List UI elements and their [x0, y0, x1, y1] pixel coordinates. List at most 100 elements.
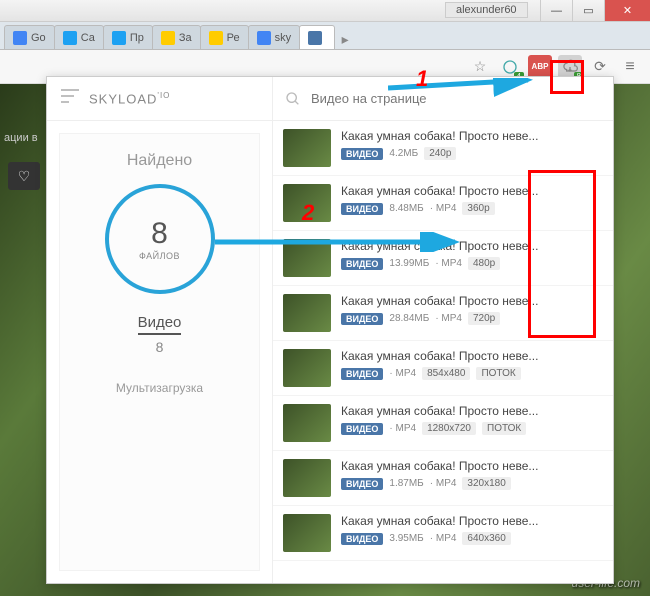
tab-label: sky	[275, 32, 292, 44]
tab-label: Пр	[130, 32, 144, 44]
item-size: 13.99МБ	[389, 258, 429, 269]
popup-summary: Найдено 8 ФАЙЛОВ Видео 8 Мультизагрузка	[59, 133, 260, 571]
item-resolution[interactable]: 640x360	[462, 532, 510, 545]
video-item[interactable]: Какая умная собака! Просто неве...ВИДЕО4…	[273, 121, 613, 176]
extension-icon[interactable]: 4	[498, 55, 522, 79]
files-label: ФАЙЛОВ	[139, 251, 180, 261]
window-titlebar: alexunder60 — ▭ ✕	[0, 0, 650, 22]
item-format: · MP4	[430, 478, 457, 489]
browser-tab[interactable]: Са	[54, 25, 104, 49]
vk-badge: ВИДЕО	[341, 423, 383, 435]
item-format: · MP4	[435, 258, 462, 269]
browser-tab[interactable]: sky	[248, 25, 301, 49]
item-resolution[interactable]: 320x180	[462, 477, 510, 490]
tab-label: Go	[31, 32, 46, 44]
popup-right-panel: Видео на странице Какая умная собака! Пр…	[273, 77, 613, 583]
skyload-brand: SKYLOAD'IO	[89, 91, 170, 106]
popup-left-header: SKYLOAD'IO	[47, 77, 272, 121]
item-title: Какая умная собака! Просто неве...	[341, 129, 603, 143]
minimize-button[interactable]: —	[540, 0, 572, 21]
annotation-arrow-2	[215, 232, 465, 252]
found-label: Найдено	[127, 152, 192, 170]
tab-strip: Go Са Пр За Ре sky ▸	[0, 22, 650, 50]
vk-badge: ВИДЕО	[341, 313, 383, 325]
item-size: 1.87МБ	[389, 478, 423, 489]
item-format: · MP4	[430, 533, 457, 544]
browser-tab[interactable]	[299, 25, 335, 49]
files-circle: 8 ФАЙЛОВ	[105, 184, 215, 294]
video-thumbnail	[283, 294, 331, 332]
video-thumbnail	[283, 459, 331, 497]
video-list: Какая умная собака! Просто неве... ВИДЕО 4…	[273, 121, 613, 583]
abp-icon[interactable]: ABP	[528, 55, 552, 79]
item-size: 8.48МБ	[389, 203, 423, 214]
item-resolution[interactable]: 480p	[468, 257, 500, 270]
item-size: 3.95МБ	[389, 533, 423, 544]
tab-label: Ре	[227, 32, 240, 44]
item-stream[interactable]: ПОТОК	[476, 367, 520, 380]
item-title: Какая умная собака! Просто неве...	[341, 459, 603, 473]
tab-favicon	[112, 31, 126, 45]
item-resolution[interactable]: 1280x720	[422, 422, 476, 435]
new-tab-button[interactable]: ▸	[334, 29, 356, 49]
tab-favicon	[13, 31, 27, 45]
video-item[interactable]: Какая умная собака! Просто неве...ВИДЕО·…	[273, 341, 613, 396]
video-thumbnail	[283, 349, 331, 387]
search-icon	[285, 91, 301, 107]
close-button[interactable]: ✕	[604, 0, 650, 21]
item-title: Какая умная собака! Просто неве...	[341, 404, 603, 418]
item-format: · MP4	[389, 423, 416, 434]
tab-favicon	[63, 31, 77, 45]
vk-badge: ВИДЕО	[341, 533, 383, 545]
item-resolution[interactable]: 854x480	[422, 367, 470, 380]
annotation-number-1: 1	[416, 66, 428, 92]
item-title: Какая умная собака! Просто неве...	[341, 184, 603, 198]
item-title: Какая умная собака! Просто неве...	[341, 514, 603, 528]
browser-tab[interactable]: За	[152, 25, 201, 49]
item-format: · MP4	[430, 203, 457, 214]
vk-badge: ВИДЕО	[341, 478, 383, 490]
bookmark-star-icon[interactable]: ☆	[468, 55, 492, 79]
multi-download-link[interactable]: Мультизагрузка	[116, 381, 203, 395]
item-size: 4.2МБ	[389, 148, 418, 159]
menu-lines-icon[interactable]	[61, 89, 79, 108]
vk-badge: ВИДЕО	[341, 203, 383, 215]
item-title: Какая умная собака! Просто неве...	[341, 349, 603, 363]
video-tab[interactable]: Видео	[138, 314, 182, 335]
video-count: 8	[156, 339, 164, 355]
browser-tab[interactable]: Ре	[200, 25, 249, 49]
tab-favicon	[161, 31, 175, 45]
maximize-button[interactable]: ▭	[572, 0, 604, 21]
skyload-icon[interactable]: 8	[558, 55, 582, 79]
window-user: alexunder60	[445, 2, 528, 18]
video-item[interactable]: Какая умная собака! Просто неве... ВИДЕО 8…	[273, 176, 613, 231]
video-thumbnail	[283, 404, 331, 442]
annotation-arrow-1	[388, 78, 538, 98]
like-button[interactable]: ♡	[8, 162, 40, 190]
skyload-popup: SKYLOAD'IO Найдено 8 ФАЙЛОВ Видео 8 Муль…	[46, 76, 614, 584]
item-stream[interactable]: ПОТОК	[482, 422, 526, 435]
video-item[interactable]: Какая умная собака! Просто неве... ВИДЕО 1…	[273, 451, 613, 506]
browser-tab[interactable]: Пр	[103, 25, 153, 49]
video-thumbnail	[283, 514, 331, 552]
item-resolution[interactable]: 360p	[462, 202, 494, 215]
page-text-fragment: ации в	[4, 132, 38, 144]
item-format: · MP4	[389, 368, 416, 379]
video-thumbnail	[283, 129, 331, 167]
vk-badge: ВИДЕО	[341, 258, 383, 270]
tab-label: За	[179, 32, 192, 44]
annotation-number-2: 2	[302, 200, 314, 226]
video-item[interactable]: Какая умная собака! Просто неве... ВИДЕО ·…	[273, 396, 613, 451]
popup-left-panel: SKYLOAD'IO Найдено 8 ФАЙЛОВ Видео 8 Муль…	[47, 77, 273, 583]
tab-favicon	[308, 31, 322, 45]
video-item[interactable]: Какая умная собака! Просто неве...ВИДЕО2…	[273, 286, 613, 341]
menu-icon[interactable]: ≡	[618, 55, 642, 79]
item-resolution[interactable]: 720p	[468, 312, 500, 325]
video-item[interactable]: Какая умная собака! Просто неве... ВИДЕО 3…	[273, 506, 613, 561]
sync-icon[interactable]: ⟳	[588, 55, 612, 79]
tab-label: Са	[81, 32, 95, 44]
tab-favicon	[209, 31, 223, 45]
item-format: · MP4	[435, 313, 462, 324]
browser-tab[interactable]: Go	[4, 25, 55, 49]
item-resolution[interactable]: 240p	[424, 147, 456, 160]
